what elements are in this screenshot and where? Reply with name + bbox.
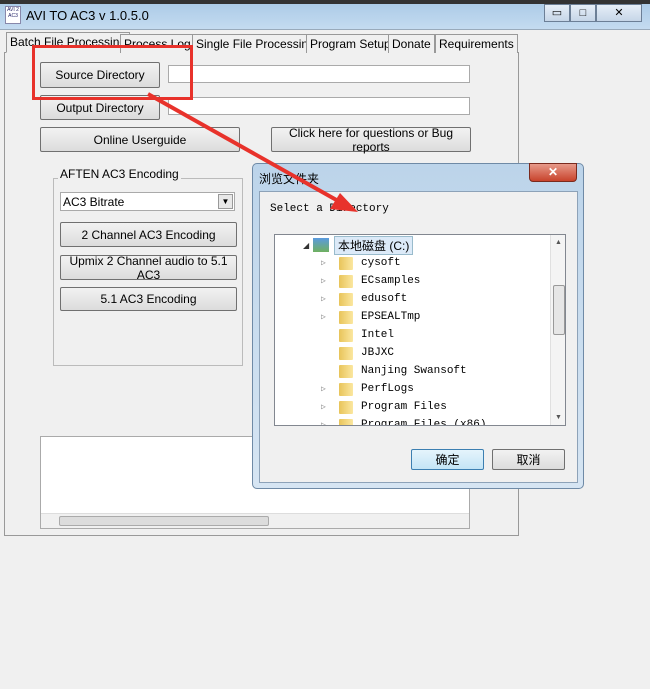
arrow-head-icon (330, 193, 358, 212)
arrow-annotation (147, 92, 358, 212)
arrow-line (147, 92, 341, 204)
